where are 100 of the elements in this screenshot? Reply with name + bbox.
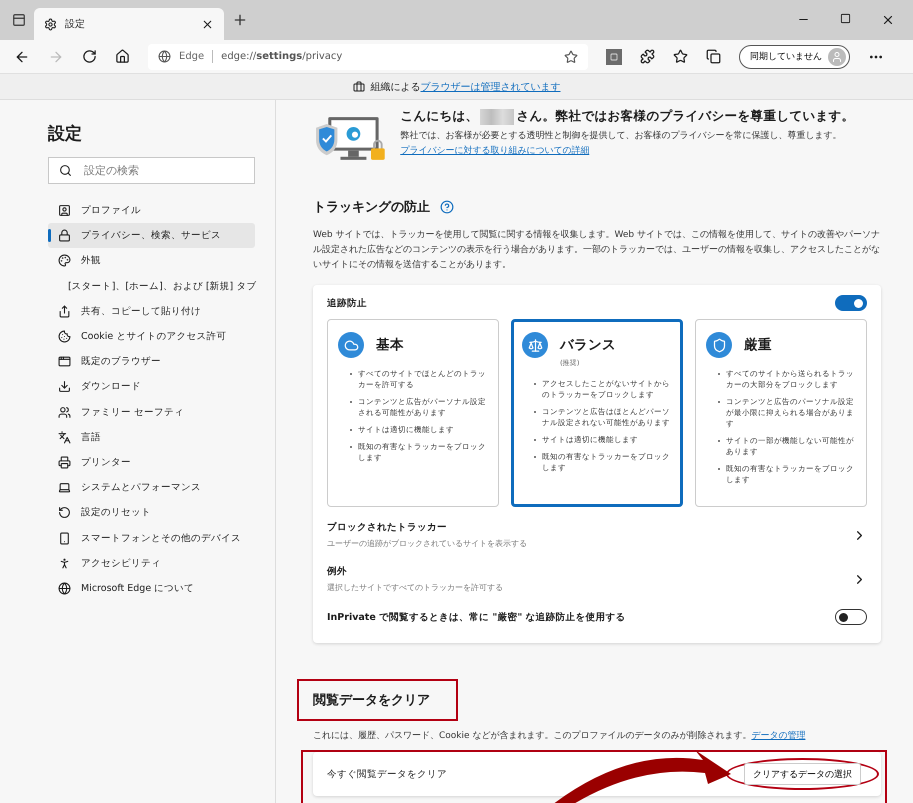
sidebar-title: 設定 <box>48 123 83 145</box>
row-subtitle: 選択したサイトですべてのトラッカーを許可する <box>327 582 503 593</box>
sidebar-item-label: Cookie とサイトのアクセス許可 <box>81 330 226 344</box>
sidebar-item[interactable]: プリンター <box>48 450 255 476</box>
collections-icon[interactable] <box>706 49 721 64</box>
sidebar-item-label: 外観 <box>81 254 101 268</box>
row-title: InPrivate で閲覧するときは、常に "厳密" な追跡防止を使用する <box>327 610 626 624</box>
toggle-label: 追跡防止 <box>327 296 367 310</box>
globe-icon <box>158 50 171 63</box>
sidebar-item[interactable]: [スタート]、[ホーム]、および [新規] タブ <box>48 274 255 299</box>
sidebar-item-label: ダウンロード <box>81 380 141 394</box>
person-icon <box>58 556 71 570</box>
greeting-title: こんにちは、 さん。弊社ではお客様のプライバシーを尊重しています。 <box>400 108 856 125</box>
refresh-icon[interactable] <box>82 49 97 64</box>
sidebar-item[interactable]: プライバシー、検索、サービス <box>48 223 255 248</box>
sidebar-item[interactable]: Microsoft Edge について <box>48 576 255 601</box>
search-input[interactable]: 設定の検索 <box>82 163 244 178</box>
sidebar-item[interactable]: ダウンロード <box>48 374 255 400</box>
section-heading: トラッキングの防止 <box>313 199 430 216</box>
sidebar-item-label: 設定のリセット <box>81 506 151 520</box>
row-title: ブロックされたトラッカー <box>327 521 448 534</box>
phone-icon <box>58 532 71 545</box>
sidebar-item-label: [スタート]、[ホーム]、および [新規] タブ <box>68 280 256 293</box>
puzzle-icon[interactable] <box>640 49 655 64</box>
level-name: バランス <box>560 336 616 355</box>
browser-tab[interactable]: 設定 <box>34 8 224 40</box>
row-title: 今すぐ閲覧データをクリア <box>327 768 447 780</box>
home-icon[interactable] <box>115 49 130 64</box>
site-label: Edge <box>179 51 204 62</box>
sidebar-item-label: 共有、コピーして貼り付け <box>81 304 201 318</box>
address-field[interactable]: Edge edge://settings/privacy <box>148 44 588 70</box>
profile-icon <box>58 204 71 218</box>
toggle-switch[interactable] <box>835 295 867 311</box>
settings-row[interactable]: ブロックされたトラッカー ユーザーの追跡がブロックされているサイトを表示する <box>327 513 867 557</box>
globe-icon <box>58 582 71 595</box>
privacy-description: 弊社では、お客様が必要とする透明性と制御を提供して、お客様のプライバシーを常に保護し、尊重します。 プライバシーに対する取り組みについての詳細 <box>400 129 842 158</box>
blurred-name <box>480 108 514 124</box>
manage-data-link[interactable]: データの管理 <box>751 731 806 741</box>
maximize-icon[interactable] <box>840 13 851 24</box>
sidebar-item[interactable]: システムとパフォーマンス <box>48 475 255 500</box>
tab-title: 設定 <box>65 18 86 31</box>
section-heading: 閲覧データをクリア <box>312 692 431 710</box>
close-icon[interactable] <box>201 18 214 30</box>
sidebar-item-label: 言語 <box>81 430 101 444</box>
sync-button[interactable]: 同期していません <box>739 44 850 68</box>
search-icon <box>59 164 72 177</box>
close-icon[interactable] <box>881 13 895 27</box>
level-name: 基本 <box>376 336 404 355</box>
sidebar-item[interactable]: スマートフォンとその他のデバイス <box>48 525 255 551</box>
printer-icon <box>58 456 71 469</box>
scale-icon <box>522 332 548 358</box>
sidebar-item[interactable]: 言語 <box>48 424 255 450</box>
choose-data-button[interactable]: クリアするデータの選択 <box>744 763 861 785</box>
tracking-description: Web サイトでは、トラッカーを使用して閲覧に関する情報を収集します。Web サイトでは、この情報を使用して、サイトの改善やパーソナル設定された広告などのコンテンツの表示を行う場合があります。一部のトラッカーでは、ユーザーの情報を収集し、アクセスしたことがないサイトにその情報を送信することがあります。 <box>313 228 881 272</box>
sidebar-item-label: システムとパフォーマンス <box>81 481 201 494</box>
window-icon <box>58 355 71 368</box>
cloud-icon <box>338 332 364 358</box>
sidebar-item[interactable]: 共有、コピーして貼り付け <box>48 298 255 324</box>
sidebar-item[interactable]: アクセシビリティ <box>48 550 255 576</box>
sidebar-item[interactable]: 外観 <box>48 248 255 274</box>
sidebar-item[interactable]: プロファイル <box>48 198 255 224</box>
back-icon[interactable] <box>14 48 30 64</box>
download-icon <box>58 380 71 394</box>
extension-icon[interactable] <box>606 48 622 64</box>
language-icon <box>58 430 71 444</box>
cookie-icon <box>58 330 71 344</box>
managed-notice: 組織によるブラウザーは管理されています <box>370 80 560 94</box>
laptop-icon <box>58 481 71 494</box>
sidebar-item-label: Microsoft Edge について <box>81 582 194 595</box>
privacy-link[interactable]: プライバシーに対する取り組みについての詳細 <box>400 146 590 156</box>
share-icon <box>58 304 71 318</box>
sidebar-item-label: プロファイル <box>81 204 141 218</box>
briefcase-icon <box>352 80 364 92</box>
search-field[interactable]: 設定の検索 <box>48 157 255 184</box>
settings-row[interactable]: 例外 選択したサイトですべてのトラッカーを許可する <box>327 557 867 601</box>
tab-actions-icon[interactable] <box>12 13 26 27</box>
managed-link[interactable]: ブラウザーは管理されています <box>420 82 560 92</box>
sidebar-item[interactable]: ファミリー セーフティ <box>48 400 255 425</box>
lock-icon <box>58 229 71 242</box>
sidebar-item-label: プライバシー、検索、サービス <box>81 229 221 242</box>
row-title: 例外 <box>327 565 348 578</box>
settings-icon <box>44 18 57 30</box>
sidebar-item-label: プリンター <box>81 456 131 469</box>
shield-icon <box>706 332 732 358</box>
sidebar-item-label: 既定のブラウザー <box>81 355 161 368</box>
favorites-icon[interactable] <box>673 49 688 64</box>
sidebar-item[interactable]: 設定のリセット <box>48 500 255 526</box>
reset-icon <box>58 506 71 520</box>
help-icon[interactable] <box>440 200 454 214</box>
toggle-switch[interactable] <box>835 609 867 625</box>
clear-description: これには、履歴、パスワード、Cookie などが含まれます。このプロファイルのデータのみが削除されます。データの管理 <box>313 729 806 743</box>
avatar-icon <box>828 48 846 66</box>
sidebar-item[interactable]: 既定のブラウザー <box>48 349 255 374</box>
level-name: 厳重 <box>744 336 772 355</box>
sidebar-item-label: ファミリー セーフティ <box>81 406 184 419</box>
sidebar-item[interactable]: Cookie とサイトのアクセス許可 <box>48 324 255 350</box>
row-subtitle: ユーザーの追跡がブロックされているサイトを表示する <box>327 538 527 549</box>
new-tab-icon[interactable] <box>232 12 248 28</box>
sidebar-item-label: スマートフォンとその他のデバイス <box>81 532 241 545</box>
sidebar-item-label: アクセシビリティ <box>81 556 161 570</box>
